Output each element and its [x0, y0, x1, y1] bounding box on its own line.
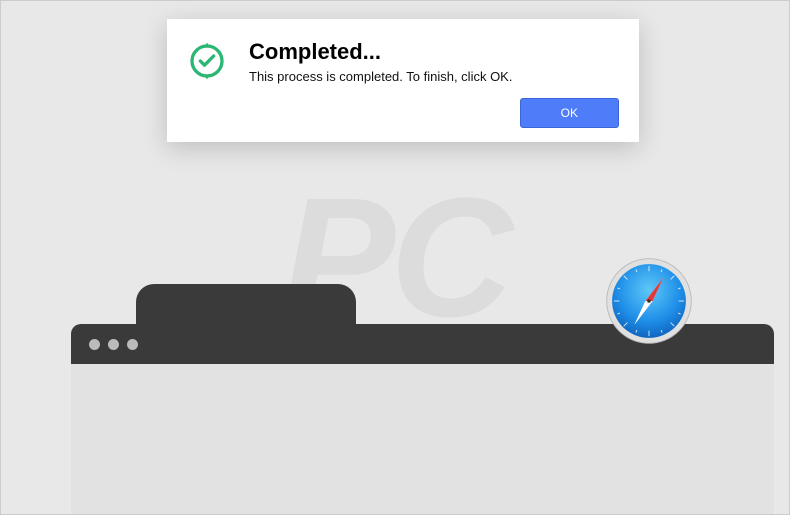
browser-tab[interactable]	[136, 284, 356, 324]
ok-button[interactable]: OK	[520, 98, 619, 128]
safari-icon	[604, 256, 694, 346]
dialog-title: Completed...	[249, 39, 619, 65]
dialog-actions: OK	[187, 98, 619, 128]
dialog-body: Completed... This process is completed. …	[187, 39, 619, 84]
dialog-text: Completed... This process is completed. …	[249, 39, 619, 84]
window-control-dot[interactable]	[89, 339, 100, 350]
dialog-message: This process is completed. To finish, cl…	[249, 69, 619, 84]
window-control-dot[interactable]	[127, 339, 138, 350]
browser-content	[71, 364, 774, 514]
completed-dialog: Completed... This process is completed. …	[167, 19, 639, 142]
check-circle-icon	[187, 41, 227, 81]
window-control-dot[interactable]	[108, 339, 119, 350]
